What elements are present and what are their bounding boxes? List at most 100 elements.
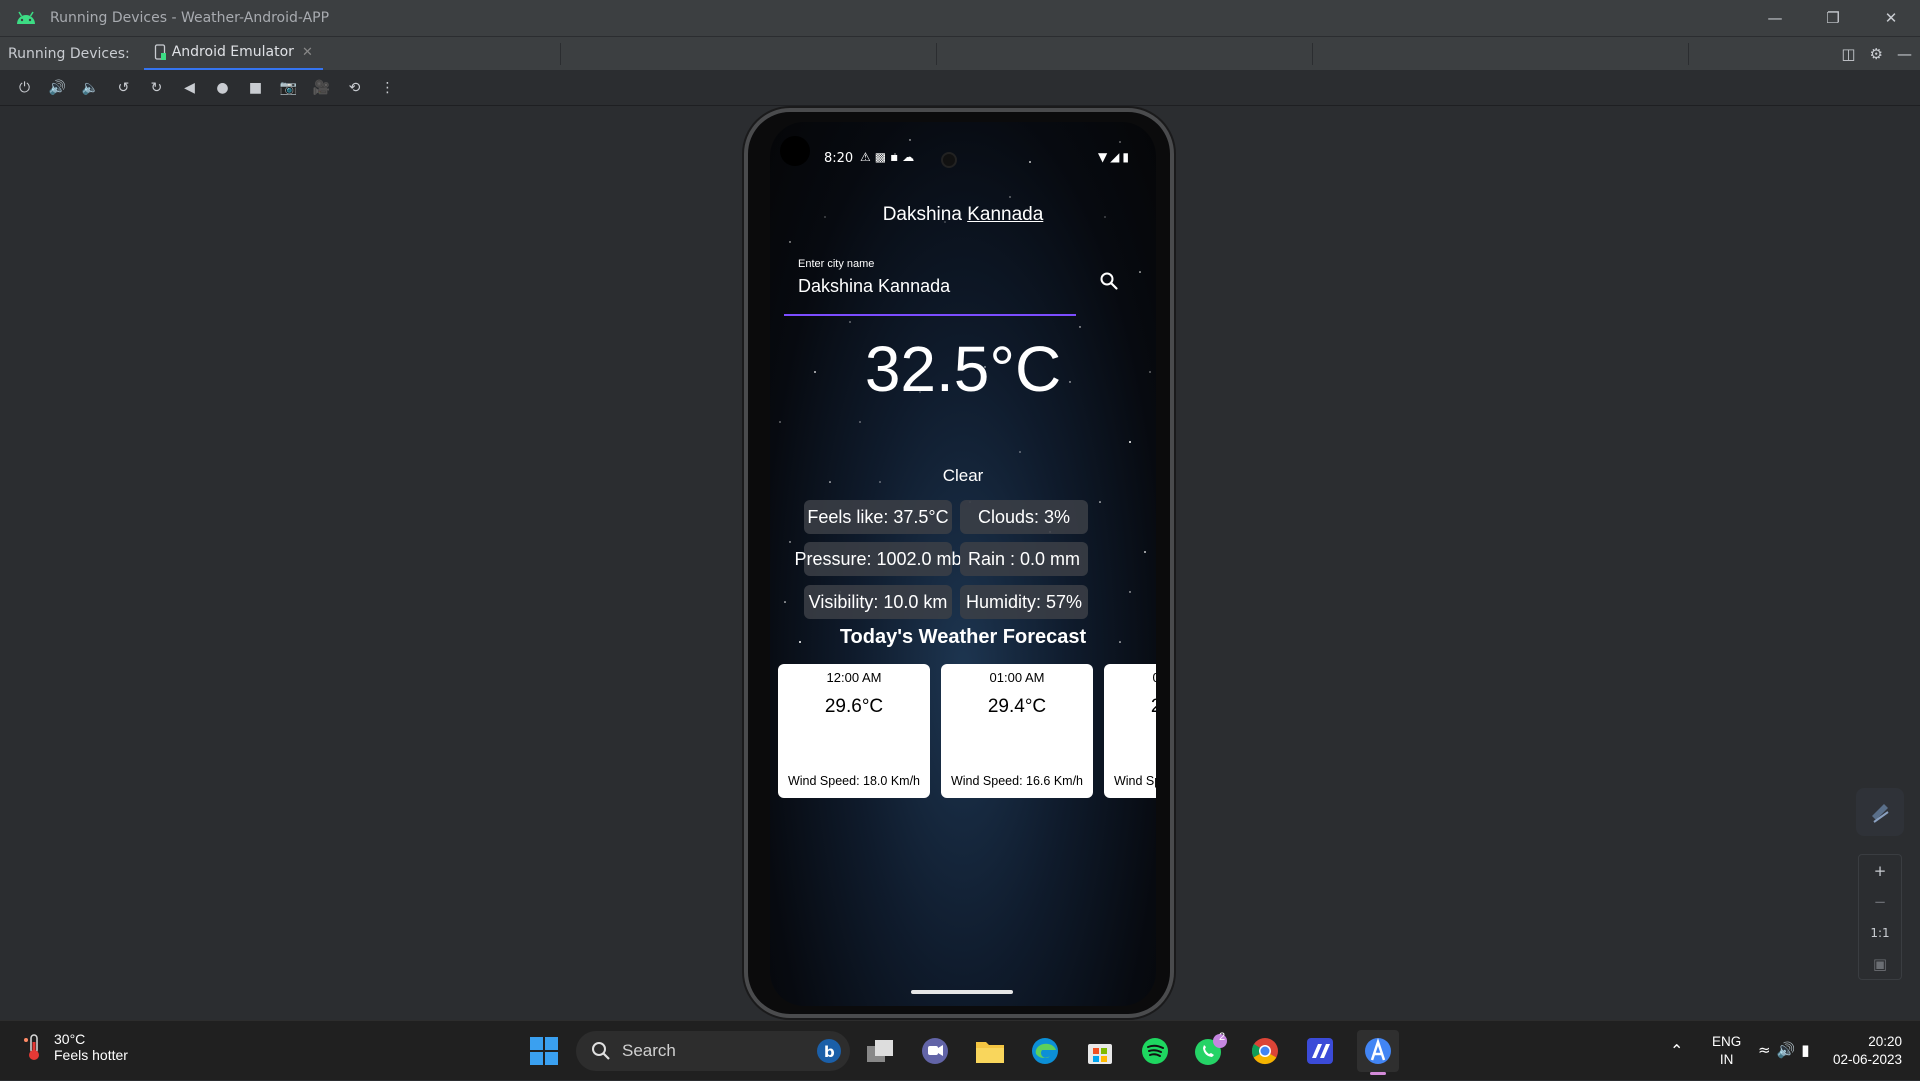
humidity-chip: Humidity: 57%: [960, 585, 1088, 619]
android-icon: [17, 11, 35, 24]
zoom-fit-icon[interactable]: ▣: [1859, 948, 1901, 979]
power-icon[interactable]: ⏻: [8, 74, 41, 102]
moon-icon: [851, 740, 856, 750]
zoom-actual-size-button[interactable]: 1:1: [1859, 917, 1901, 948]
overview-icon[interactable]: ■: [239, 74, 272, 102]
wifi-volume-battery-icons[interactable]: ≈🔊▮: [1758, 1041, 1816, 1059]
city-title: Dakshina Kannada: [770, 204, 1156, 226]
visibility-chip: Visibility: 10.0 km: [804, 585, 952, 619]
divider: [1312, 43, 1313, 65]
weather-condition: Clear: [942, 466, 984, 485]
zoom-controls: + − 1:1 ▣: [1858, 854, 1902, 980]
divider: [1688, 43, 1689, 65]
file-explorer-icon[interactable]: [972, 1033, 1008, 1069]
hide-icon[interactable]: —: [1897, 45, 1912, 63]
running-devices-label: Running Devices:: [8, 45, 130, 62]
svg-text:b: b: [824, 1043, 835, 1061]
layout-icon[interactable]: ◫: [1841, 45, 1855, 63]
clock-date: 02-06-2023: [1832, 1052, 1902, 1067]
android-studio-icon[interactable]: [1357, 1030, 1399, 1075]
zoom-out-button[interactable]: −: [1859, 886, 1901, 917]
forecast-time: 02:00 AM: [1104, 670, 1156, 685]
moon-icon: [959, 437, 965, 449]
windows-start-icon[interactable]: [528, 1035, 560, 1067]
android-status-bar: 8:20 ⚠▩▪☁ ▼◢▮: [770, 150, 1156, 174]
windows-taskbar: 30°C Feels hotter Search b 2 ⌃ ENG IN ≈🔊…: [0, 1020, 1920, 1080]
studio-bot-icon[interactable]: [1856, 788, 1904, 836]
rotate-left-icon[interactable]: ↺: [107, 74, 140, 102]
tab-close-icon[interactable]: ✕: [302, 45, 313, 60]
app-icon[interactable]: [1302, 1033, 1338, 1069]
teams-chat-icon[interactable]: [917, 1033, 953, 1069]
home-icon[interactable]: ●: [206, 74, 239, 102]
store-icon[interactable]: [1082, 1033, 1118, 1069]
search-label: Search: [622, 1041, 676, 1060]
language-indicator[interactable]: ENG IN: [1712, 1033, 1741, 1069]
forecast-temp: 29.6°C: [824, 696, 884, 717]
bing-icon[interactable]: b: [816, 1038, 842, 1064]
signal-battery-icons: ▼◢▮: [1097, 150, 1132, 164]
volume-down-icon[interactable]: 🔈: [74, 74, 107, 102]
active-indicator: [1370, 1072, 1386, 1075]
feels-like-chip: Feels like: 37.5°C: [804, 500, 952, 534]
rain-chip: Rain : 0.0 mm: [960, 542, 1088, 576]
tab-label: Android Emulator: [171, 44, 294, 60]
forecast-card[interactable]: 12:00 AM 29.6°C Wind Speed: 18.0 Km/h: [778, 664, 930, 798]
back-icon[interactable]: ◀: [173, 74, 206, 102]
forecast-card[interactable]: 02:00 AM 29.1°C Wind Speed: 15.1 Km/h: [1104, 664, 1156, 798]
city-title-first: Dakshina: [882, 204, 962, 225]
search-icon[interactable]: [1098, 270, 1120, 292]
spotify-icon[interactable]: [1137, 1033, 1173, 1069]
status-time: 8:20: [824, 151, 854, 166]
record-icon[interactable]: 🎥: [305, 74, 338, 102]
device-screen[interactable]: 8:20 ⚠▩▪☁ ▼◢▮ Dakshina Kannada Enter cit…: [770, 122, 1156, 1006]
city-title-second: Kannada: [967, 204, 1044, 225]
edge-icon[interactable]: [1027, 1033, 1063, 1069]
tab-bar: Running Devices: Android Emulator ✕ ◫ ⚙ …: [0, 36, 1920, 71]
forecast-temp: 29.1°C: [1104, 696, 1156, 718]
close-icon[interactable]: ✕: [1862, 0, 1920, 36]
lang-line2: IN: [1719, 1052, 1734, 1067]
rotate-right-icon[interactable]: ↻: [140, 74, 173, 102]
weather-widget[interactable]: 30°C Feels hotter: [22, 1031, 128, 1063]
avatar: [780, 136, 810, 166]
task-view-icon[interactable]: [862, 1033, 898, 1069]
zoom-in-button[interactable]: +: [1859, 855, 1901, 886]
whatsapp-icon[interactable]: 2: [1192, 1031, 1228, 1069]
minimize-icon[interactable]: —: [1746, 0, 1804, 36]
weather-text: Feels hotter: [54, 1047, 128, 1063]
front-camera: [941, 152, 957, 168]
forecast-wind: Wind Speed: 15.1 Km/h: [1113, 774, 1156, 788]
tab-android-emulator[interactable]: Android Emulator ✕: [143, 37, 323, 71]
clock[interactable]: 20:20 02-06-2023: [1822, 1033, 1902, 1069]
divider: [936, 43, 937, 65]
field-underline: [784, 314, 1076, 316]
title-bar: Running Devices - Weather-Android-APP — …: [0, 0, 1920, 36]
emulator-toolbar: ⏻ 🔊 🔈 ↺ ↻ ◀ ● ■ 📷 🎥 ⟲ ⋮: [0, 70, 1920, 106]
forecast-title: Today's Weather Forecast: [839, 626, 1087, 648]
forecast-list[interactable]: 12:00 AM 29.6°C Wind Speed: 18.0 Km/h 01…: [778, 664, 1156, 804]
window-title: Running Devices - Weather-Android-APP: [50, 10, 330, 26]
more-icon[interactable]: ⋮: [371, 74, 404, 102]
city-field-label: Enter city name: [798, 258, 875, 270]
whatsapp-badge: 2: [1219, 1031, 1226, 1043]
forecast-time: 12:00 AM: [826, 670, 882, 685]
gear-icon[interactable]: ⚙: [1870, 45, 1883, 63]
volume-up-icon[interactable]: 🔊: [41, 74, 74, 102]
taskbar-search[interactable]: Search b: [576, 1031, 850, 1071]
chevron-up-icon[interactable]: ⌃: [1670, 1041, 1683, 1060]
device-icon: [154, 44, 166, 60]
city-search-field[interactable]: Enter city name Dakshina Kannada: [784, 250, 1076, 316]
city-input[interactable]: Dakshina Kannada: [798, 276, 950, 297]
notification-icons: ⚠▩▪☁: [860, 150, 919, 164]
chrome-icon[interactable]: [1247, 1033, 1283, 1069]
forecast-card[interactable]: 01:00 AM 29.4°C Wind Speed: 16.6 Km/h: [941, 664, 1093, 798]
gesture-nav-bar[interactable]: [911, 990, 1013, 994]
forecast-temp: 29.4°C: [987, 696, 1047, 717]
forecast-time: 01:00 AM: [989, 670, 1045, 685]
camera-icon[interactable]: 📷: [272, 74, 305, 102]
pressure-chip: Pressure: 1002.0 mb: [794, 542, 962, 576]
restore-icon[interactable]: ❐: [1804, 0, 1862, 36]
snapshot-icon[interactable]: ⟲: [338, 74, 371, 102]
forecast-wind: Wind Speed: 16.6 Km/h: [950, 774, 1084, 788]
